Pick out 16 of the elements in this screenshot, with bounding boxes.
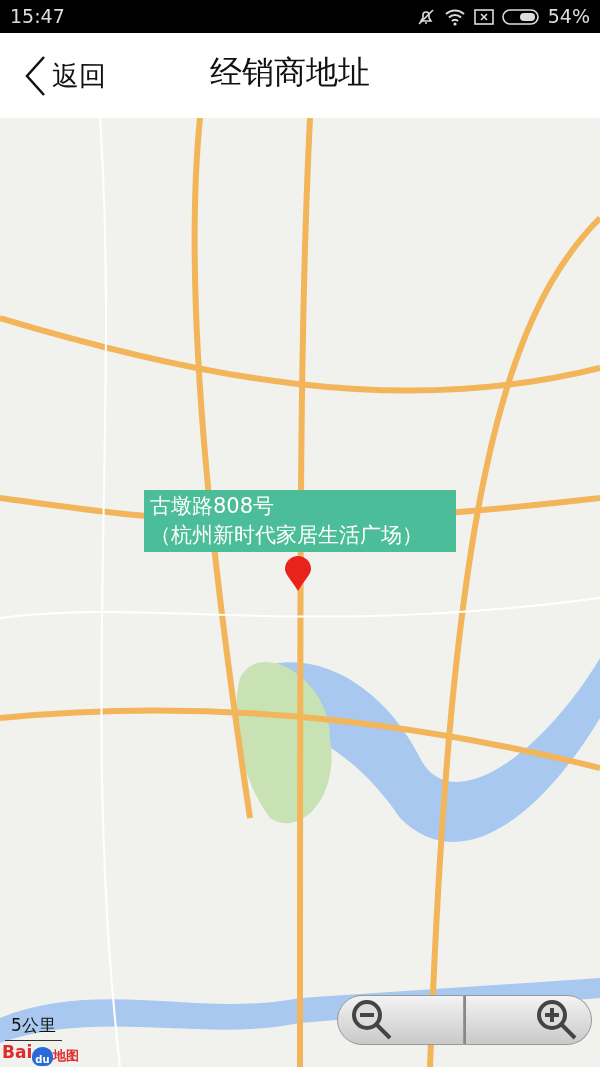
zoom-out-icon <box>350 998 394 1042</box>
page-title: 经销商地址 <box>210 53 370 92</box>
map-scale: 5公里 <box>5 1013 62 1041</box>
sim-icon <box>473 7 494 26</box>
map-pin-icon <box>284 556 312 592</box>
zoom-in-icon <box>535 998 579 1042</box>
address-line: 古墩路808号 <box>150 493 276 520</box>
address-line: （杭州新时代家居生活广场） <box>150 522 424 549</box>
back-button[interactable]: 返回 <box>24 55 106 97</box>
wifi-icon <box>443 7 466 26</box>
chevron-left-icon <box>24 55 46 97</box>
zoom-in-button[interactable] <box>464 995 592 1045</box>
zoom-out-button[interactable] <box>337 995 464 1045</box>
battery-icon <box>501 7 540 26</box>
status-time: 15:47 <box>10 4 65 30</box>
battery-percent: 54% <box>547 4 590 30</box>
